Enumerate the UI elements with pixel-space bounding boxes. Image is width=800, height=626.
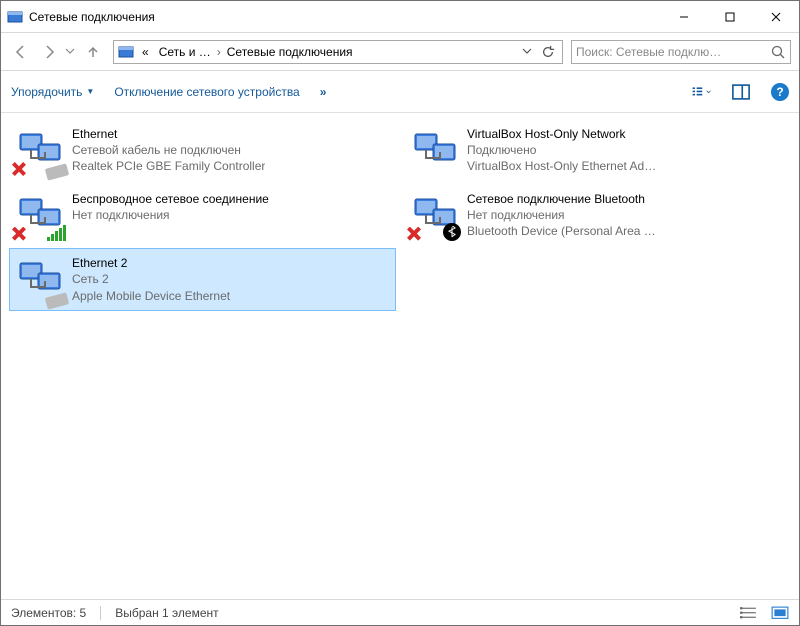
connection-name: Ethernet: [72, 126, 265, 142]
connection-device: VirtualBox Host-Only Ethernet Ad…: [467, 158, 656, 174]
connection-item[interactable]: VirtualBox Host-Only NetworkПодключеноVi…: [404, 119, 791, 182]
window-icon: [7, 9, 23, 25]
close-button[interactable]: [753, 1, 799, 33]
search-placeholder: Поиск: Сетевые подклю…: [576, 45, 770, 59]
connection-name: Беспроводное сетевое соединение: [72, 191, 269, 207]
address-dropdown-button[interactable]: [520, 45, 534, 59]
breadcrumb: « Сеть и … › Сетевые подключения: [138, 43, 516, 61]
connection-item[interactable]: EthernetСетевой кабель не подключенRealt…: [9, 119, 396, 182]
connection-text: Сетевое подключение BluetoothНет подключ…: [467, 191, 656, 240]
search-icon: [770, 44, 786, 60]
refresh-button[interactable]: [538, 45, 558, 59]
connection-status: Подключено: [467, 142, 656, 158]
nav-arrows: [9, 40, 105, 64]
connection-device: Apple Mobile Device Ethernet: [72, 288, 230, 304]
window-title: Сетевые подключения: [29, 10, 661, 24]
status-count: Элементов: 5: [11, 606, 86, 620]
wifi-signal-icon: [47, 225, 66, 241]
connection-text: VirtualBox Host-Only NetworkПодключеноVi…: [467, 126, 656, 175]
preview-pane-button[interactable]: [731, 82, 751, 102]
breadcrumb-prefix[interactable]: «: [138, 43, 153, 61]
connection-name: Ethernet 2: [72, 255, 230, 271]
disable-device-button[interactable]: Отключение сетевого устройства: [114, 85, 299, 99]
view-options-button[interactable]: [691, 82, 711, 102]
organize-button[interactable]: Упорядочить ▼: [11, 85, 94, 99]
connection-status: Нет подключения: [72, 207, 269, 223]
connection-item[interactable]: Ethernet 2Сеть 2Apple Mobile Device Ethe…: [9, 248, 396, 311]
connection-item[interactable]: Беспроводное сетевое соединениеНет подкл…: [9, 184, 396, 247]
connection-device: Bluetooth Device (Personal Area …: [467, 223, 656, 239]
chevron-right-icon: ›: [217, 45, 221, 59]
connection-item[interactable]: Сетевое подключение BluetoothНет подключ…: [404, 184, 791, 247]
navbar: « Сеть и … › Сетевые подключения Поиск: …: [1, 33, 799, 71]
up-button[interactable]: [81, 40, 105, 64]
connections-grid: EthernetСетевой кабель не подключенRealt…: [9, 119, 791, 311]
chevron-down-icon: ▼: [86, 87, 94, 96]
disable-label: Отключение сетевого устройства: [114, 85, 299, 99]
connection-text: Беспроводное сетевое соединениеНет подкл…: [72, 191, 269, 223]
search-input[interactable]: Поиск: Сетевые подклю…: [571, 40, 791, 64]
breadcrumb-item-1[interactable]: Сеть и …: [155, 43, 215, 61]
organize-label: Упорядочить: [11, 85, 82, 99]
forward-button[interactable]: [37, 40, 61, 64]
network-adapter-icon: [411, 126, 459, 174]
help-button[interactable]: ?: [771, 83, 789, 101]
connection-status: Сетевой кабель не подключен: [72, 142, 265, 158]
bluetooth-icon: [443, 223, 461, 241]
connection-name: VirtualBox Host-Only Network: [467, 126, 656, 142]
network-adapter-icon: [16, 191, 64, 239]
network-adapter-icon: [411, 191, 459, 239]
minimize-button[interactable]: [661, 1, 707, 33]
toolbar-more-button[interactable]: »: [320, 85, 327, 99]
connection-status: Нет подключения: [467, 207, 656, 223]
maximize-button[interactable]: [707, 1, 753, 33]
location-icon: [118, 44, 134, 60]
network-adapter-icon: [16, 126, 64, 174]
recent-locations-button[interactable]: [65, 45, 77, 59]
connection-text: Ethernet 2Сеть 2Apple Mobile Device Ethe…: [72, 255, 230, 304]
connection-name: Сетевое подключение Bluetooth: [467, 191, 656, 207]
connection-text: EthernetСетевой кабель не подключенRealt…: [72, 126, 265, 175]
content-area: EthernetСетевой кабель не подключенRealt…: [1, 113, 799, 599]
status-selection: Выбран 1 элемент: [115, 606, 218, 620]
back-button[interactable]: [9, 40, 33, 64]
connection-device: Realtek PCIe GBE Family Controller: [72, 158, 265, 174]
statusbar-divider: [100, 606, 101, 620]
network-adapter-icon: [16, 255, 64, 303]
address-bar[interactable]: « Сеть и … › Сетевые подключения: [113, 40, 563, 64]
statusbar: Элементов: 5 Выбран 1 элемент: [1, 599, 799, 625]
toolbar: Упорядочить ▼ Отключение сетевого устрой…: [1, 71, 799, 113]
titlebar: Сетевые подключения: [1, 1, 799, 33]
breadcrumb-item-2[interactable]: Сетевые подключения: [223, 43, 357, 61]
large-icons-view-button[interactable]: [771, 606, 789, 620]
connection-status: Сеть 2: [72, 271, 230, 287]
details-view-button[interactable]: [739, 606, 757, 620]
